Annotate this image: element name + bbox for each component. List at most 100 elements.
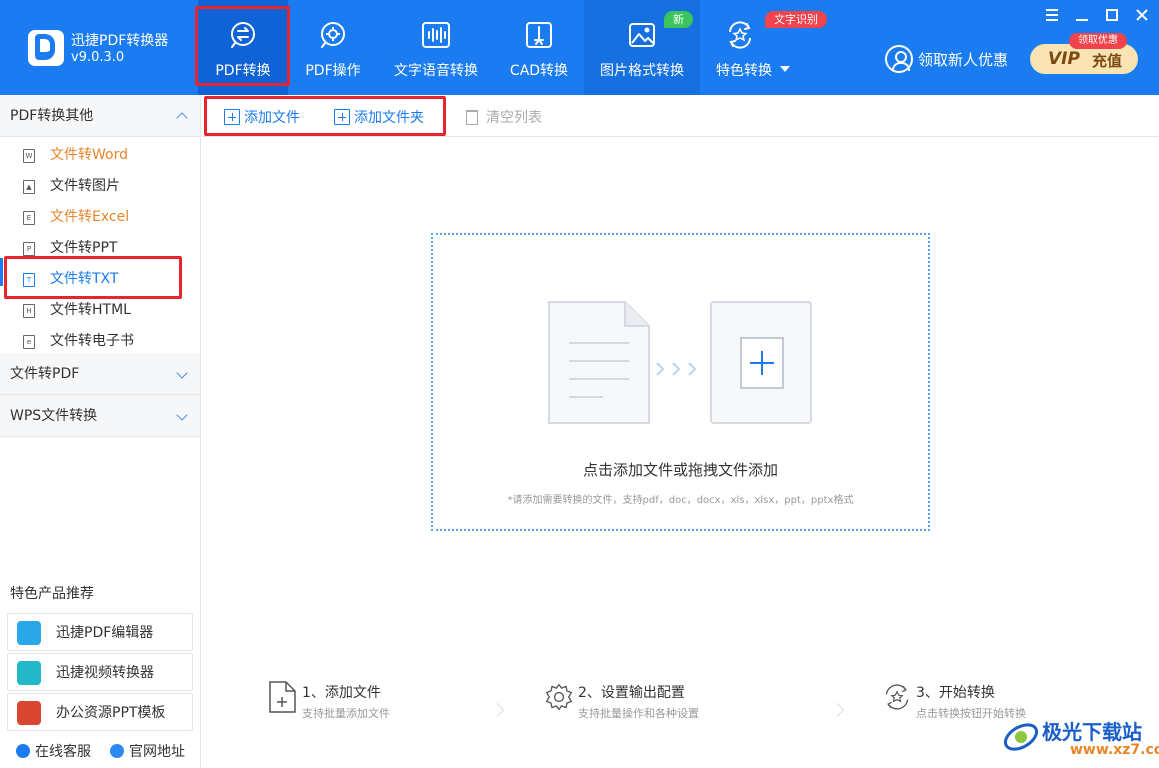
ppt-file-icon: P [23,242,35,256]
online-support-link[interactable]: 在线客服 [16,741,91,761]
chevron-down-icon [176,367,188,379]
sidebar-item-label: 文件转Word [50,147,128,163]
drop-zone-title: 点击添加文件或拖拽文件添加 [582,461,778,479]
nav-cad-convert[interactable]: CAD转换 [498,0,580,95]
video-converter-icon [17,661,41,685]
nav-label: 文字语音转换 [394,63,478,79]
browser-icon [110,744,124,758]
user-promo-text: 领取新人优惠 [918,51,1009,69]
app-logo [28,30,64,66]
step-title: 3、开始转换 [916,685,995,701]
ebook-file-icon: e [23,335,35,349]
sidebar-item-txt[interactable]: T 文件转TXT [0,264,200,295]
maximize-icon[interactable] [1101,6,1123,28]
cad-icon [526,22,552,48]
promo-ppt-template[interactable]: 办公资源PPT模板 [7,693,193,731]
step-desc: 支持批量操作和各种设置 [578,707,699,720]
nav-label: PDF转换 [215,63,271,79]
ocr-badge: 文字识别 [765,11,827,28]
section-title: PDF转换其他 [10,108,94,124]
step-arrow-icon [489,702,505,718]
convert-icon [231,22,255,48]
nav-pdf-operate[interactable]: PDF操作 [292,0,374,95]
promo-label: 迅捷PDF编辑器 [56,625,154,641]
promo-video-converter[interactable]: 迅捷视频转换器 [7,653,193,691]
start-convert-icon [885,684,909,710]
clear-list-label: 清空列表 [486,110,542,126]
close-icon[interactable] [1131,6,1153,28]
star-cycle-icon [729,21,751,49]
promo-title: 特色产品推荐 [10,586,94,602]
step-arrow-icon [829,702,845,718]
nav-text-speech[interactable]: 文字语音转换 [386,0,486,95]
watermark-text: 极光下载站 [1042,720,1142,744]
site-watermark: 极光下载站 www.xz7.com [1000,714,1159,764]
promo-label: 迅捷视频转换器 [56,665,154,681]
add-folder-icon [334,109,350,125]
sidebar-item-label: 文件转TXT [50,271,119,287]
vip-badge: 领取优惠 [1069,33,1127,49]
file-drop-zone[interactable]: 点击添加文件或拖拽文件添加 *请添加需要转换的文件，支持pdf，doc，docx… [431,233,930,531]
sidebar-item-excel[interactable]: E 文件转Excel [0,202,200,233]
gear-bubble-icon [321,22,345,48]
sidebar-item-ppt[interactable]: P 文件转PPT [0,233,200,264]
drop-illustration [548,301,812,424]
top-bar: 迅捷PDF转换器 v9.0.3.0 PDF转换 PDF操作 文字语音转换 CAD… [0,0,1159,95]
sidebar-item-label: 文件转PPT [50,240,118,256]
menu-icon[interactable] [1041,6,1063,28]
app-version: v9.0.3.0 [71,50,125,65]
step-desc: 支持批量添加文件 [302,707,390,720]
drop-zone-hint: *请添加需要转换的文件，支持pdf，doc，docx，xls，xlsx，ppt，… [507,495,854,506]
sidebar-item-html[interactable]: H 文件转HTML [0,295,200,326]
promo-pdf-editor[interactable]: 迅捷PDF编辑器 [7,613,193,651]
promo-label: 办公资源PPT模板 [56,705,166,721]
step-title: 2、设置输出配置 [578,685,685,701]
excel-file-icon: E [23,211,35,225]
sidebar-item-word[interactable]: W 文件转Word [0,140,200,171]
website-link[interactable]: 官网地址 [110,741,185,761]
section-wps-convert[interactable]: WPS文件转换 [0,395,200,437]
section-file-to-pdf[interactable]: 文件转PDF [0,353,200,395]
audio-wave-icon [422,22,450,48]
sidebar-item-image[interactable]: ▲ 文件转图片 [0,171,200,202]
image-icon [629,23,655,47]
html-file-icon: H [23,304,35,318]
sidebar: PDF转换其他 W 文件转Word ▲ 文件转图片 E 文件转Excel P 文… [0,95,201,768]
recharge-label: 充值 [1092,52,1123,70]
support-label: 在线客服 [35,744,91,760]
sidebar-item-label: 文件转Excel [50,209,130,225]
user-icon [885,45,913,73]
txt-file-icon: T [23,273,35,287]
add-file-button[interactable]: 添加文件 [224,107,300,127]
ppt-template-icon [17,701,41,725]
selected-indicator [0,258,3,286]
clear-list-button[interactable]: 清空列表 [466,107,542,127]
nav-label: 图片格式转换 [600,63,684,79]
trash-icon [466,110,478,125]
add-file-icon [224,109,240,125]
chevron-down-icon [176,409,188,421]
sidebar-item-label: 文件转电子书 [50,333,134,349]
word-file-icon: W [23,149,35,163]
minimize-icon[interactable] [1071,6,1093,28]
nav-label: CAD转换 [509,63,569,79]
pdf-editor-icon [17,621,41,645]
add-file-icon [269,681,296,713]
vip-label: VIP [1048,49,1080,69]
image-file-icon: ▲ [23,180,35,194]
step-title: 1、添加文件 [302,685,381,701]
nav-pdf-convert[interactable]: PDF转换 [198,0,288,95]
dropdown-arrow-icon [780,66,790,72]
add-folder-button[interactable]: 添加文件夹 [334,107,424,127]
section-pdf-convert-other[interactable]: PDF转换其他 [0,95,200,137]
watermark-url: www.xz7.com [1070,742,1159,758]
section-title: 文件转PDF [10,366,80,382]
add-file-label: 添加文件 [244,110,300,126]
section-title: WPS文件转换 [10,408,98,424]
add-folder-label: 添加文件夹 [354,110,424,126]
new-badge: 新 [664,11,693,28]
sidebar-item-label: 文件转HTML [50,302,131,318]
settings-icon [545,683,573,711]
support-icon [16,744,30,758]
toolbar: 添加文件 添加文件夹 清空列表 [202,95,1159,137]
